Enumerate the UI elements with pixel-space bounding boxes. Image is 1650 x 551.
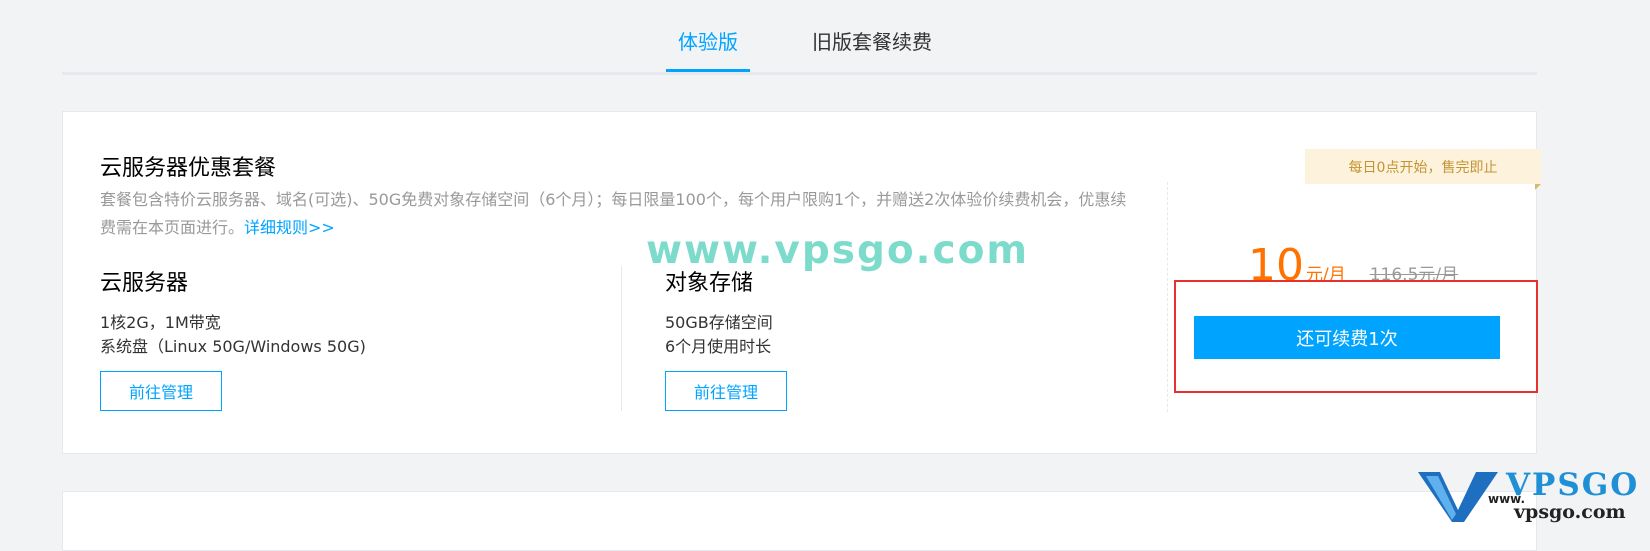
package-title: 云服务器优惠套餐: [100, 156, 277, 181]
vpsgo-logo: VPSGO www. vpsgo.com: [1418, 467, 1650, 523]
server-spec: 1核2G，1M带宽: [100, 313, 221, 332]
column-divider: [621, 266, 622, 411]
next-card: [62, 491, 1537, 551]
site-watermark: www.vpsgo.com: [646, 228, 1030, 273]
tab-legacy-renewal[interactable]: 旧版套餐续费: [800, 26, 944, 72]
logo-brand: VPSGO: [1506, 467, 1640, 503]
storage-manage-button[interactable]: 前往管理: [665, 371, 787, 411]
rules-link[interactable]: 详细规则>>: [244, 218, 335, 237]
logo-url: vpsgo.com: [1514, 501, 1626, 523]
storage-duration: 6个月使用时长: [665, 337, 772, 356]
storage-capacity: 50GB存储空间: [665, 313, 773, 332]
server-disk: 系统盘（Linux 50G/Windows 50G): [100, 337, 366, 356]
server-section: 云服务器 1核2G，1M带宽 系统盘（Linux 50G/Windows 50G…: [100, 265, 366, 359]
price-divider: [1167, 182, 1168, 412]
storage-section: 对象存储 50GB存储空间 6个月使用时长: [665, 265, 773, 359]
tab-trial-version[interactable]: 体验版: [666, 26, 750, 72]
server-manage-button[interactable]: 前往管理: [100, 371, 222, 411]
limited-sale-badge: 每日0点开始，售完即止: [1305, 149, 1541, 190]
server-title: 云服务器: [100, 271, 189, 296]
highlight-box: [1174, 280, 1538, 393]
tab-bar: 体验版 旧版套餐续费: [62, 0, 1537, 75]
